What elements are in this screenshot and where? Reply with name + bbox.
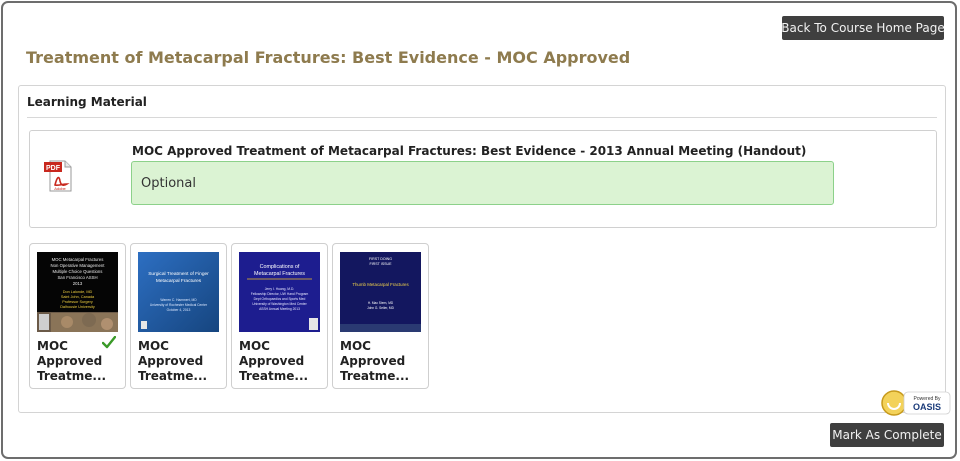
slide-text: Complications of bbox=[260, 264, 300, 270]
badge-big-text: OASIS bbox=[913, 402, 941, 412]
slide-text: Warren C. Hammert, MD bbox=[160, 298, 197, 302]
module-title-line: MOC bbox=[340, 339, 371, 353]
module-card-2[interactable]: Surgical Treatment of Finger Metacarpal … bbox=[130, 243, 227, 389]
module-title-2[interactable]: MOC Approved Treatme... bbox=[138, 339, 222, 384]
learning-material-panel: Learning Material PDF Adobe MOC Approved… bbox=[18, 85, 946, 413]
slide-text: October 4, 2013 bbox=[167, 308, 191, 312]
material-title[interactable]: MOC Approved Treatment of Metacarpal Fra… bbox=[132, 144, 806, 158]
slide-text: ASSH Annual Meeting 2013 bbox=[259, 307, 300, 311]
oasis-logo: Powered By OASIS bbox=[881, 390, 951, 416]
slide-text: Dept Orthopaedics and Sports Med bbox=[254, 297, 306, 301]
slide-text: Thumb Metacarpal Fractures bbox=[352, 282, 409, 287]
module-card-4[interactable]: FIRST DOING FIRST ISSUE Thumb Metacarpal… bbox=[332, 243, 429, 389]
pdf-icon-text: PDF bbox=[46, 165, 61, 172]
slide-text: Don Lalonde, MD bbox=[63, 290, 93, 294]
module-thumbnail-1[interactable]: MOC Metacarpal Fractures Non Operative M… bbox=[37, 252, 118, 332]
slide-text: Saint John, Canada bbox=[61, 295, 95, 299]
back-to-course-button[interactable]: Back To Course Home Page bbox=[781, 16, 945, 40]
slide-text: John G. Seiler, MD bbox=[367, 306, 394, 310]
module-thumbnail-2[interactable]: Surgical Treatment of Finger Metacarpal … bbox=[138, 252, 219, 332]
pdf-icon[interactable]: PDF Adobe bbox=[44, 159, 74, 193]
module-title-line: Treatme... bbox=[138, 369, 208, 383]
module-title-4[interactable]: MOC Approved Treatme... bbox=[340, 339, 424, 384]
slide-text: University of Washington Med Center bbox=[252, 302, 307, 306]
slide-text: H. Mac Stern, MD bbox=[368, 301, 394, 305]
slide-text: San Francisco ASSH bbox=[57, 275, 97, 280]
module-thumbnail-4[interactable]: FIRST DOING FIRST ISSUE Thumb Metacarpal… bbox=[340, 252, 421, 332]
module-title-line: MOC bbox=[239, 339, 270, 353]
slide-text: MOC Metacarpal Fractures bbox=[52, 257, 104, 262]
slide-text: Multiple Choice Questions bbox=[53, 269, 103, 274]
module-card-3[interactable]: Complications of Metacarpal Fractures Je… bbox=[231, 243, 328, 389]
module-title-line: Treatme... bbox=[340, 369, 410, 383]
check-icon bbox=[102, 336, 116, 349]
page-title: Treatment of Metacarpal Fractures: Best … bbox=[26, 48, 631, 67]
adobe-label: Adobe bbox=[54, 186, 66, 191]
slide-text: Surgical Treatment of Finger bbox=[148, 271, 209, 277]
module-thumbnail-3[interactable]: Complications of Metacarpal Fractures Je… bbox=[239, 252, 320, 332]
slide-text: 2013 bbox=[73, 281, 83, 286]
slide-text: University of Rochester Medical Center bbox=[150, 303, 208, 307]
panel-heading: Learning Material bbox=[27, 95, 147, 109]
module-title-line: Approved bbox=[239, 354, 305, 368]
module-title-line: Treatme... bbox=[37, 369, 107, 383]
slide-text: Professor Surgery bbox=[62, 300, 93, 304]
module-title-line: MOC bbox=[138, 339, 169, 353]
slide-text: Fellowship Director, UW Hand Program bbox=[251, 292, 309, 296]
slide-text: Dalhousie University bbox=[60, 305, 95, 309]
module-title-line: Treatme... bbox=[239, 369, 309, 383]
slide-text: Metacarpal Fractures bbox=[156, 278, 202, 284]
material-item[interactable]: PDF Adobe MOC Approved Treatment of Meta… bbox=[29, 130, 937, 228]
page-frame: Back To Course Home Page Treatment of Me… bbox=[1, 1, 957, 459]
module-title-line: Approved bbox=[37, 354, 103, 368]
slide-text: FIRST ISSUE bbox=[369, 262, 392, 266]
slide-text: Non Operative Management bbox=[51, 263, 106, 268]
slide-text: FIRST DOING bbox=[369, 257, 392, 261]
module-card-1[interactable]: MOC Metacarpal Fractures Non Operative M… bbox=[29, 243, 126, 389]
panel-divider bbox=[27, 117, 937, 118]
module-title-line: Approved bbox=[340, 354, 406, 368]
module-title-line: Approved bbox=[138, 354, 204, 368]
mark-as-complete-button[interactable]: Mark As Complete bbox=[830, 423, 944, 447]
module-title-3[interactable]: MOC Approved Treatme... bbox=[239, 339, 323, 384]
slide-text: Jerry I. Huang, M.D. bbox=[265, 287, 295, 291]
optional-status: Optional bbox=[131, 161, 834, 205]
slide-text: Metacarpal Fractures bbox=[254, 271, 305, 277]
